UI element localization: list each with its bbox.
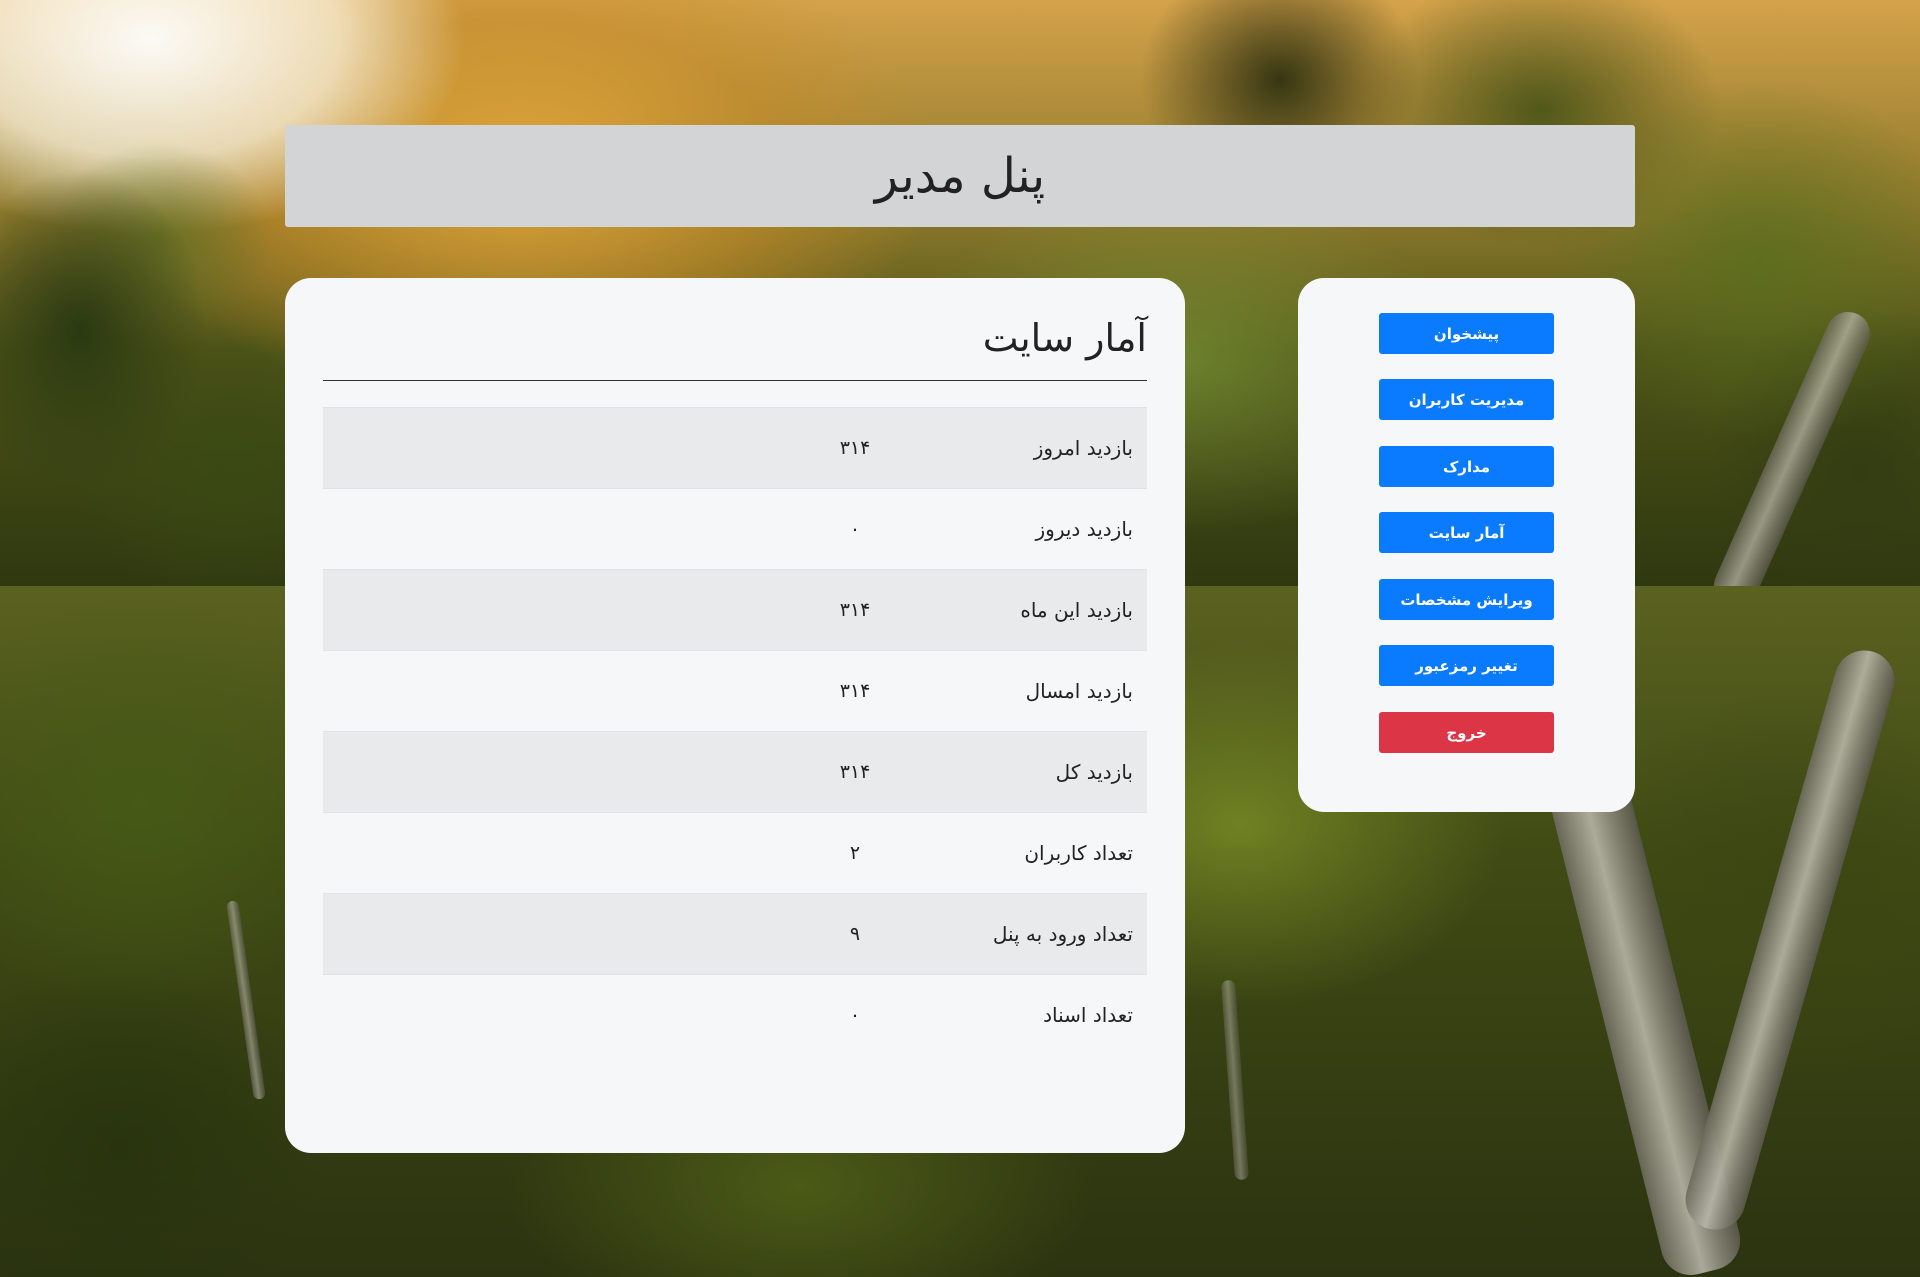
- stats-row-label: بازدید دیروز: [1035, 517, 1133, 541]
- stats-row-label: بازدید این ماه: [1020, 598, 1133, 622]
- documents-button[interactable]: مدارک: [1379, 446, 1554, 487]
- table-row: تعداد اسناد ۰: [323, 974, 1147, 1055]
- stats-row-label: تعداد اسناد: [1043, 1003, 1133, 1027]
- dashboard-button[interactable]: پیشخوان: [1379, 313, 1554, 354]
- site-stats-button[interactable]: آمار سایت: [1379, 512, 1554, 553]
- table-row: بازدید امروز ۳۱۴: [323, 407, 1147, 488]
- table-row: بازدید کل ۳۱۴: [323, 731, 1147, 812]
- stats-row-label: تعداد کاربران: [1024, 841, 1133, 865]
- stats-row-value: ۳۱۴: [839, 761, 871, 783]
- table-row: بازدید این ماه ۳۱۴: [323, 569, 1147, 650]
- logout-button[interactable]: خروج: [1379, 712, 1554, 753]
- stats-row-label: بازدید امسال: [1025, 679, 1133, 703]
- stats-row-value: ۳۱۴: [839, 680, 871, 702]
- site-stats-card: آمار سایت بازدید امروز ۳۱۴ بازدید دیروز …: [285, 278, 1185, 1153]
- stats-row-label: بازدید امروز: [1033, 436, 1133, 460]
- table-row: تعداد کاربران ۲: [323, 812, 1147, 893]
- user-management-button[interactable]: مدیریت کاربران: [1379, 379, 1554, 420]
- table-row: بازدید امسال ۳۱۴: [323, 650, 1147, 731]
- stats-row-value: ۹: [849, 923, 861, 945]
- stats-row-value: ۳۱۴: [839, 437, 871, 459]
- stats-title: آمار سایت: [323, 308, 1147, 381]
- page-header: پنل مدیر: [285, 125, 1635, 227]
- edit-profile-button[interactable]: ویرایش مشخصات: [1379, 579, 1554, 620]
- sidebar-nav: پیشخوان مدیریت کاربران مدارک آمار سایت و…: [1298, 278, 1635, 812]
- stats-row-value: ۳۱۴: [839, 599, 871, 621]
- table-row: تعداد ورود به پنل ۹: [323, 893, 1147, 974]
- stats-row-value: ۲: [849, 842, 861, 864]
- stats-row-value: ۰: [849, 1004, 861, 1026]
- stats-row-value: ۰: [849, 518, 861, 540]
- page-title: پنل مدیر: [874, 148, 1046, 204]
- stats-row-label: تعداد ورود به پنل: [992, 922, 1133, 946]
- stats-row-label: بازدید کل: [1055, 760, 1133, 784]
- change-password-button[interactable]: تغییر رمزعبور: [1379, 645, 1554, 686]
- table-row: بازدید دیروز ۰: [323, 488, 1147, 569]
- stats-table: بازدید امروز ۳۱۴ بازدید دیروز ۰ بازدید ا…: [323, 407, 1147, 1055]
